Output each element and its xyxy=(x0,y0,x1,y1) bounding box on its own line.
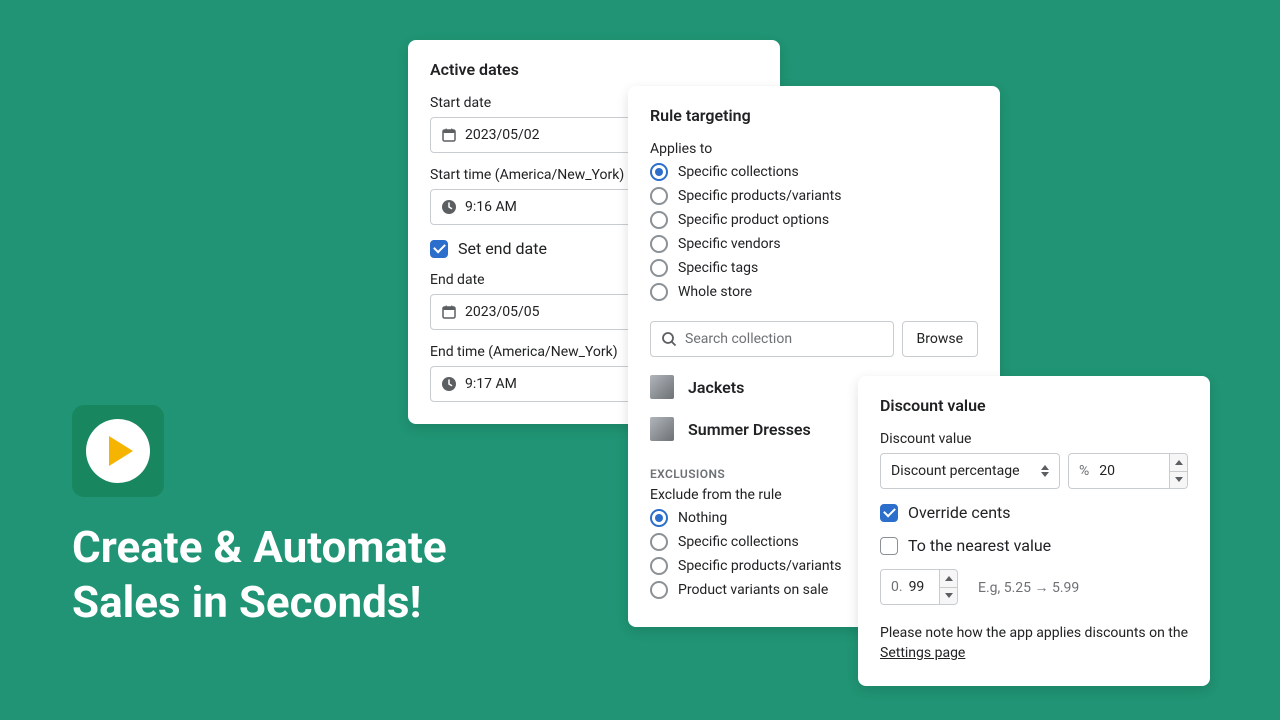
applies-to-label: Whole store xyxy=(678,284,752,300)
collection-thumbnail xyxy=(650,417,674,441)
start-date-value: 2023/05/02 xyxy=(465,127,540,143)
radio-icon xyxy=(650,235,668,253)
hero-headline: Create & Automate Sales in Seconds! xyxy=(72,520,447,630)
collection-name: Jackets xyxy=(688,378,744,397)
card-title: Discount value xyxy=(880,396,1188,415)
radio-icon xyxy=(650,581,668,599)
discount-type-select[interactable]: Discount percentage xyxy=(880,453,1060,489)
applies-to-label: Specific vendors xyxy=(678,236,781,252)
radio-icon xyxy=(650,187,668,205)
applies-to-label: Specific collections xyxy=(678,164,799,180)
amount-stepper[interactable] xyxy=(1169,454,1187,488)
end-date-value: 2023/05/05 xyxy=(465,304,540,320)
exclude-label: Product variants on sale xyxy=(678,582,828,598)
settings-page-link[interactable]: Settings page xyxy=(880,645,965,661)
discount-note: Please note how the app applies discount… xyxy=(880,623,1188,664)
clock-icon xyxy=(441,376,457,392)
radio-icon xyxy=(650,509,668,527)
search-collection-input[interactable]: Search collection xyxy=(650,321,894,357)
collection-thumbnail xyxy=(650,375,674,399)
cents-stepper[interactable] xyxy=(939,570,957,604)
search-icon xyxy=(661,331,677,347)
applies-to-option[interactable]: Specific vendors xyxy=(650,235,978,253)
applies-to-label: Specific products/variants xyxy=(678,188,841,204)
card-title: Active dates xyxy=(430,60,758,79)
browse-button[interactable]: Browse xyxy=(902,321,978,357)
calendar-icon xyxy=(441,304,457,320)
exclude-label: Nothing xyxy=(678,510,727,526)
applies-to-label: Specific product options xyxy=(678,212,829,228)
set-end-date-label: Set end date xyxy=(458,239,547,258)
applies-to-label: Applies to xyxy=(650,141,978,157)
clock-icon xyxy=(441,199,457,215)
discount-value-card: Discount value Discount value Discount p… xyxy=(858,376,1210,686)
set-end-date-checkbox[interactable] xyxy=(430,240,448,258)
search-placeholder: Search collection xyxy=(685,331,792,347)
unit-label: % xyxy=(1079,463,1089,479)
applies-to-option[interactable]: Specific tags xyxy=(650,259,978,277)
discount-value-label: Discount value xyxy=(880,431,1188,447)
radio-icon xyxy=(650,533,668,551)
override-cents-checkbox[interactable] xyxy=(880,504,898,522)
radio-icon xyxy=(650,557,668,575)
calendar-icon xyxy=(441,127,457,143)
radio-icon xyxy=(650,163,668,181)
nearest-value-checkbox[interactable] xyxy=(880,537,898,555)
applies-to-option[interactable]: Specific collections xyxy=(650,163,978,181)
start-time-value: 9:16 AM xyxy=(465,199,517,215)
card-title: Rule targeting xyxy=(650,106,978,125)
override-cents-label: Override cents xyxy=(908,503,1011,522)
cents-example: E.g, 5.25 → 5.99 xyxy=(978,579,1079,596)
applies-to-option[interactable]: Specific product options xyxy=(650,211,978,229)
radio-icon xyxy=(650,259,668,277)
nearest-value-label: To the nearest value xyxy=(908,536,1051,555)
updown-icon xyxy=(1041,465,1049,477)
applies-to-group: Specific collections Specific products/va… xyxy=(650,163,978,301)
play-icon xyxy=(86,419,150,483)
radio-icon xyxy=(650,283,668,301)
applies-to-option[interactable]: Specific products/variants xyxy=(650,187,978,205)
collection-name: Summer Dresses xyxy=(688,420,811,439)
app-logo xyxy=(72,405,164,497)
end-time-value: 9:17 AM xyxy=(465,376,517,392)
applies-to-option[interactable]: Whole store xyxy=(650,283,978,301)
exclude-label: Specific products/variants xyxy=(678,558,841,574)
radio-icon xyxy=(650,211,668,229)
exclude-label: Specific collections xyxy=(678,534,799,550)
applies-to-label: Specific tags xyxy=(678,260,758,276)
